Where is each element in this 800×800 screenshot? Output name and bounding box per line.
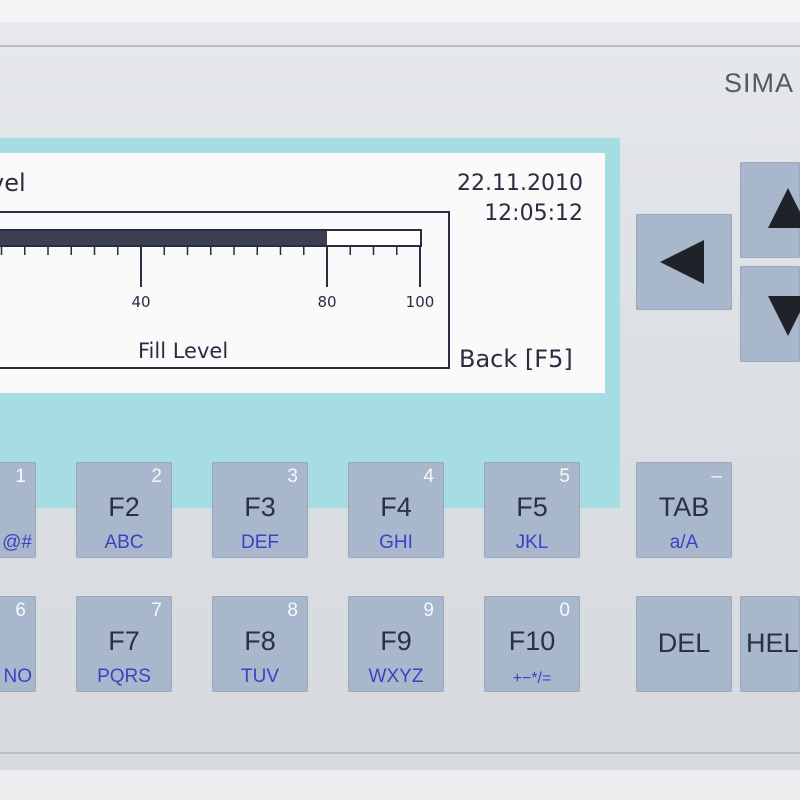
key-alpha: TUV <box>241 666 279 687</box>
key-f10[interactable]: 0 F10 +−*/= <box>484 596 580 692</box>
key-digit: 7 <box>151 600 162 621</box>
key-alpha: GHI <box>379 532 413 553</box>
key-f2[interactable]: 2 F2 ABC <box>76 462 172 558</box>
key-tab[interactable]: – TAB a/A <box>636 462 732 558</box>
key-f7[interactable]: 7 F7 PQRS <box>76 596 172 692</box>
key-f4[interactable]: 4 F4 GHI <box>348 462 444 558</box>
back-hint: Back [F5] <box>459 345 573 373</box>
key-alpha: JKL <box>515 532 549 553</box>
panel-top-edge <box>0 0 800 22</box>
key-label: F3 <box>244 492 276 522</box>
key-help[interactable]: HEL <box>740 596 800 692</box>
brand-logo: SIMA <box>724 68 795 98</box>
key-f5[interactable]: 5 F5 JKL <box>484 462 580 558</box>
key-label: F9 <box>380 626 412 656</box>
key-alpha: PQRS <box>97 666 151 687</box>
key-alpha: +−*/= <box>512 670 552 687</box>
arrow-up-button[interactable] <box>740 162 800 258</box>
key-digit: 4 <box>423 466 434 487</box>
key-alpha: ABC <box>104 532 144 553</box>
key-digit: – <box>711 466 722 487</box>
key-f8[interactable]: 8 F8 TUV <box>212 596 308 692</box>
gauge-scale <box>0 247 430 287</box>
key-label: F8 <box>244 626 276 656</box>
key-alpha: @# <box>2 532 32 553</box>
fill-level-bar <box>0 229 422 247</box>
key-f6[interactable]: 6 6 NO <box>0 596 36 692</box>
key-f1[interactable]: 1 @# <box>0 462 36 558</box>
key-label: F2 <box>108 492 140 522</box>
tick-label-40: 40 <box>131 293 151 311</box>
key-label: F5 <box>516 492 548 522</box>
key-label: F4 <box>380 492 412 522</box>
key-label: DEL <box>657 628 711 658</box>
key-digit: 6 <box>15 600 26 621</box>
gauge-label: Fill Level <box>138 339 229 363</box>
key-digit: 0 <box>559 600 570 621</box>
fill-level-bar-fill <box>0 231 327 245</box>
panel-bottom-divider <box>0 752 800 754</box>
key-digit: 1 <box>15 466 26 487</box>
gauge-ticks <box>0 247 421 287</box>
key-alpha: NO <box>3 666 33 687</box>
tick-label-100: 100 <box>405 293 435 311</box>
key-label: TAB <box>658 492 710 522</box>
screen-date: 22.11.2010 <box>457 171 583 196</box>
arrow-down-button[interactable] <box>740 266 800 362</box>
hmi-panel: SIMA vel 22.11.2010 12:05:12 40 80 100 F… <box>0 0 800 800</box>
arrow-left-icon <box>660 240 704 284</box>
arrow-down-icon <box>768 296 800 336</box>
key-label: HEL <box>746 628 799 658</box>
lcd-screen: vel 22.11.2010 12:05:12 40 80 100 Fill L… <box>0 153 605 393</box>
key-digit: 9 <box>423 600 434 621</box>
key-del[interactable]: DEL <box>636 596 732 692</box>
arrow-up-icon <box>768 188 800 228</box>
panel-top-divider <box>0 45 800 47</box>
panel-bottom-edge <box>0 770 800 800</box>
screen-time: 12:05:12 <box>484 201 583 226</box>
key-digit: 5 <box>559 466 570 487</box>
arrow-left-button[interactable] <box>636 214 732 310</box>
key-digit: 8 <box>287 600 298 621</box>
key-f9[interactable]: 9 F9 WXYZ <box>348 596 444 692</box>
key-digit: 3 <box>287 466 298 487</box>
tick-label-80: 80 <box>317 293 337 311</box>
key-digit: 2 <box>151 466 162 487</box>
key-alpha: DEF <box>241 532 279 553</box>
key-f3[interactable]: 3 F3 DEF <box>212 462 308 558</box>
key-label: F10 <box>508 626 556 656</box>
key-alpha: WXYZ <box>368 666 424 687</box>
screen-title: vel <box>0 169 26 197</box>
key-alpha: a/A <box>669 532 699 553</box>
key-label: F7 <box>108 626 140 656</box>
